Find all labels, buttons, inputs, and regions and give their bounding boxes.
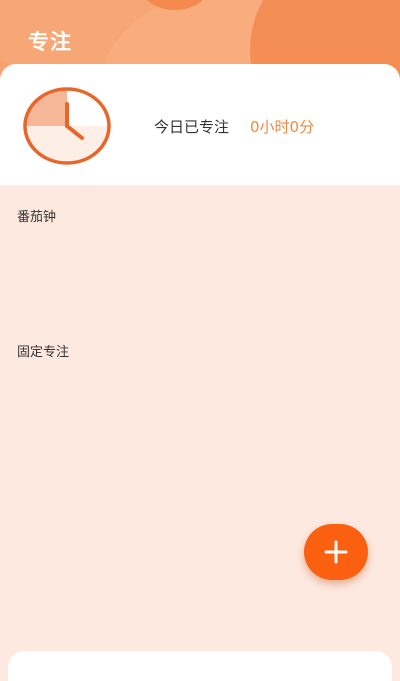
focus-summary-card: 今日已专注 0小时0分 [0, 64, 400, 185]
section-title-pomodoro: 番茄钟 [17, 210, 57, 225]
clock-icon [22, 86, 112, 166]
add-focus-button[interactable] [304, 524, 368, 580]
today-focus-value: 0小时0分 [250, 118, 315, 136]
bottom-sheet-edge [8, 651, 392, 681]
page-title: 专注 [28, 30, 72, 54]
plus-icon [324, 540, 348, 564]
section-title-fixed-focus: 固定专注 [17, 345, 70, 360]
today-focus-label: 今日已专注 [154, 118, 230, 136]
